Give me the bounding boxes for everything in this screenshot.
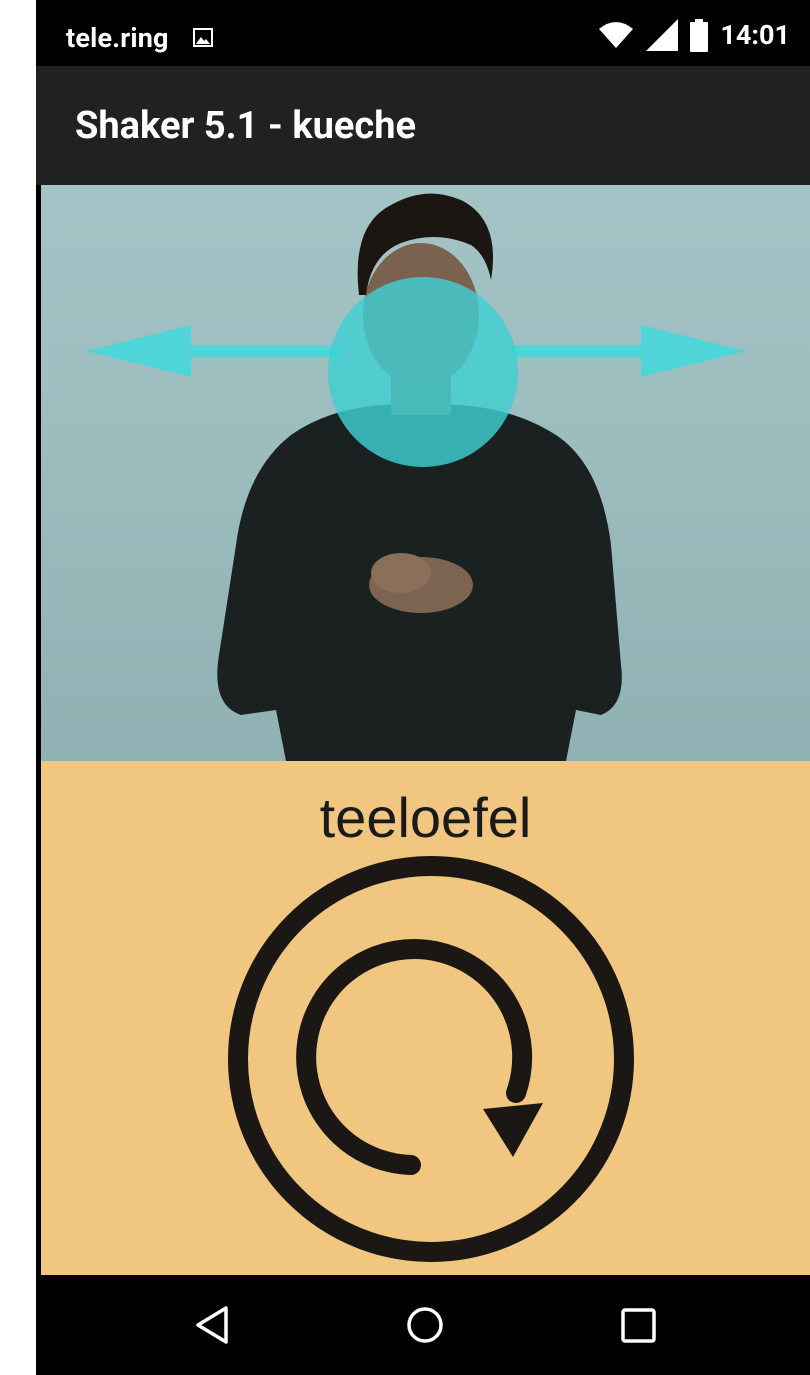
sign-figure-illustration bbox=[86, 193, 746, 761]
navigation-bar bbox=[36, 1275, 810, 1375]
cell-signal-icon bbox=[646, 19, 679, 51]
page-title: Shaker 5.1 - kueche bbox=[75, 104, 417, 148]
phone-screen: tele.ring 14:01 Shaker 5.1 - kueche teel… bbox=[36, 0, 810, 1375]
carrier-name: tele.ring bbox=[66, 22, 169, 54]
move-left-arrow-icon bbox=[86, 325, 341, 377]
word-card: teeloefel bbox=[41, 761, 810, 1275]
recents-icon[interactable] bbox=[620, 1305, 658, 1345]
home-icon[interactable] bbox=[405, 1305, 445, 1345]
target-circle-icon bbox=[328, 277, 518, 467]
status-bar: tele.ring 14:01 bbox=[36, 0, 810, 66]
image-notification-icon bbox=[193, 28, 213, 47]
battery-icon bbox=[690, 18, 709, 52]
rotate-clockwise-icon[interactable] bbox=[221, 851, 641, 1271]
word-label: teeloefel bbox=[319, 786, 532, 849]
back-icon[interactable] bbox=[194, 1305, 230, 1345]
wifi-icon bbox=[599, 22, 634, 48]
move-right-arrow-icon bbox=[511, 325, 746, 377]
status-icons: 14:01 bbox=[598, 18, 790, 52]
sign-video[interactable] bbox=[41, 185, 810, 761]
clock: 14:01 bbox=[720, 19, 790, 51]
action-bar: Shaker 5.1 - kueche bbox=[36, 66, 810, 185]
